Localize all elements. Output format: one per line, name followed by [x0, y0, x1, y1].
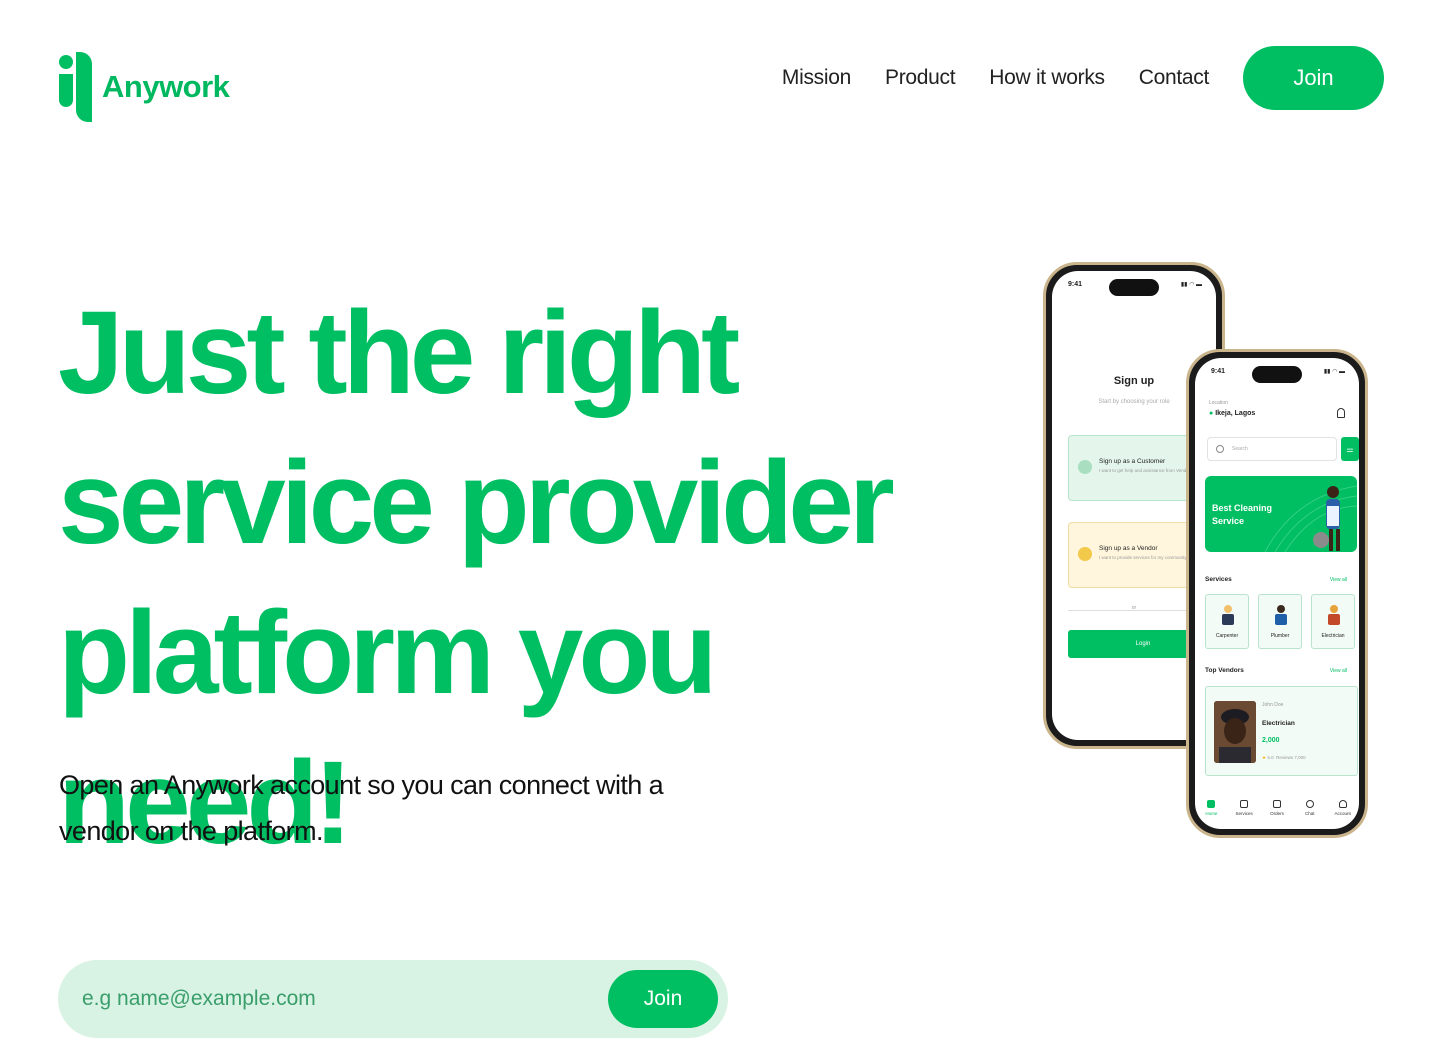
tab-label: Orders	[1270, 811, 1284, 816]
tab-label: Home	[1205, 811, 1218, 816]
vendor-card: John Doe Electrician 2,000 ★ 5.0 Reviews…	[1205, 686, 1358, 776]
main-nav: Mission Product How it works Contact Joi…	[782, 46, 1384, 110]
reviews-count: 7,000	[1294, 755, 1306, 760]
vendor-icon	[1078, 547, 1092, 561]
role-desc: I want to get help and assistance from V…	[1099, 468, 1191, 473]
bell-icon	[1337, 408, 1345, 418]
search-placeholder: Search	[1232, 446, 1248, 452]
status-time: 9:41	[1211, 368, 1226, 375]
vendor-rating: ★ 5.0 Reviews 7,000	[1262, 755, 1306, 761]
tab-account: Account	[1328, 800, 1358, 829]
nav-link-how-it-works[interactable]: How it works	[989, 66, 1105, 90]
dynamic-island	[1252, 366, 1302, 383]
phone-mockup-home: 9:41 ▮▮ ◠ ▬ Location ● Ikeja, Lagos Sear…	[1186, 349, 1368, 838]
reviews-label: Reviews	[1276, 755, 1294, 760]
user-icon	[1078, 460, 1092, 474]
services-view-all: View all	[1329, 577, 1347, 583]
email-signup-form: Join	[58, 960, 728, 1038]
nav-link-mission[interactable]: Mission	[782, 66, 851, 90]
location-text: Ikeja, Lagos	[1215, 410, 1256, 417]
rating-value: 5.0	[1267, 755, 1274, 760]
top-vendors-title: Top Vendors	[1205, 667, 1244, 674]
vendor-avatar	[1214, 701, 1256, 763]
nav-link-contact[interactable]: Contact	[1139, 66, 1210, 90]
service-label: Plumber	[1270, 633, 1290, 639]
star-icon: ★	[1262, 755, 1267, 760]
status-icons: ▮▮ ◠ ▬	[1323, 369, 1345, 375]
service-carpenter: Carpenter	[1205, 594, 1249, 649]
hero-title-line: service provider	[58, 437, 895, 569]
email-join-button[interactable]: Join	[608, 970, 718, 1028]
filter-icon: ⚌	[1341, 437, 1359, 461]
nav-link-product[interactable]: Product	[885, 66, 956, 90]
role-desc: I want to provide services for my commun…	[1099, 555, 1187, 560]
banner-text: Best Cleaning Service	[1212, 503, 1273, 526]
hero-title-line: Just the right	[58, 287, 740, 419]
service-electrician: Electrician	[1311, 594, 1355, 649]
account-icon	[1338, 800, 1347, 808]
services-title: Services	[1205, 576, 1232, 583]
hero-subtitle: Open an Anywork account so you can conne…	[59, 770, 664, 846]
location-value: ● Ikeja, Lagos	[1209, 410, 1255, 417]
electrician-icon	[1328, 605, 1340, 625]
tab-services: Services	[1229, 800, 1259, 829]
tab-label: Services	[1235, 811, 1253, 816]
vendor-photo-illustration	[1214, 701, 1256, 763]
phone-screen: 9:41 ▮▮ ◠ ▬ Location ● Ikeja, Lagos Sear…	[1195, 358, 1359, 829]
vendor-price: 2,000	[1262, 737, 1280, 744]
home-icon	[1207, 800, 1216, 808]
status-icons: ▮▮ ◠ ▬	[1180, 282, 1202, 288]
promo-banner: Best Cleaning Service	[1205, 476, 1357, 552]
location-label: Location	[1209, 400, 1228, 406]
email-input[interactable]	[82, 960, 602, 1038]
vendor-name: John Doe	[1262, 702, 1284, 708]
phone-search-box: Search	[1207, 437, 1337, 461]
cleaner-illustration	[1313, 486, 1340, 551]
tab-home: Home	[1196, 800, 1226, 829]
vendor-role: Electrician	[1262, 720, 1295, 727]
service-label: Electrician	[1321, 633, 1345, 639]
tab-chat: Chat	[1295, 800, 1325, 829]
grid-icon	[1240, 800, 1249, 808]
phone-tab-bar: Home Services Orders Chat Account	[1195, 800, 1359, 829]
brand-name: Anywork	[102, 69, 230, 104]
status-time: 9:41	[1068, 281, 1083, 288]
nav-join-button[interactable]: Join	[1243, 46, 1384, 110]
tab-label: Chat	[1305, 811, 1315, 816]
bag-icon	[1272, 800, 1281, 808]
chat-icon	[1305, 800, 1314, 808]
vendors-view-all: View all	[1329, 668, 1347, 674]
role-title: Sign up as a Customer	[1099, 458, 1166, 465]
service-plumber: Plumber	[1258, 594, 1302, 649]
logo[interactable]: Anywork	[58, 52, 230, 122]
carpenter-icon	[1222, 605, 1234, 625]
dynamic-island	[1109, 279, 1159, 296]
tab-orders: Orders	[1262, 800, 1292, 829]
tab-label: Account	[1334, 811, 1351, 816]
service-label: Carpenter	[1215, 633, 1239, 639]
anywork-logo-icon	[59, 52, 92, 122]
plumber-icon	[1275, 605, 1287, 625]
search-icon	[1216, 445, 1224, 453]
role-title: Sign up as a Vendor	[1099, 545, 1158, 552]
